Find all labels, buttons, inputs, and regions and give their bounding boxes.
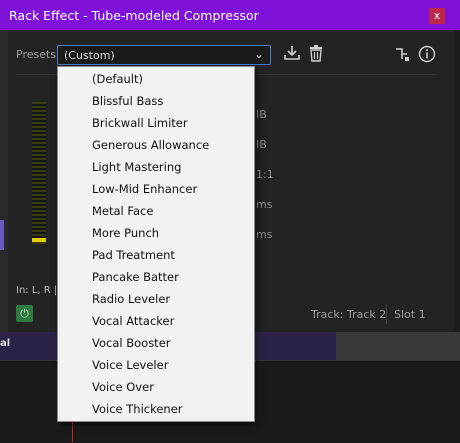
preset-option[interactable]: Voice Thickener bbox=[92, 398, 252, 420]
close-button[interactable]: x bbox=[429, 8, 445, 24]
level-meter-fill bbox=[32, 238, 46, 242]
presets-dropdown-list[interactable]: (Default) Blissful Bass Brickwall Limite… bbox=[57, 66, 255, 422]
presets-selected-value: (Custom) bbox=[64, 49, 115, 62]
power-toggle-button[interactable]: ⏻ bbox=[16, 305, 33, 322]
side-tab-marker bbox=[0, 220, 4, 250]
preset-option[interactable]: Vocal Attacker bbox=[92, 310, 252, 332]
param-unit-5: ms bbox=[256, 228, 273, 241]
download-icon[interactable] bbox=[283, 45, 301, 64]
level-meter bbox=[32, 102, 46, 244]
preset-option[interactable]: Metal Face bbox=[92, 200, 252, 222]
info-icon[interactable] bbox=[418, 45, 436, 66]
preset-option[interactable]: More Punch bbox=[92, 222, 252, 244]
preset-option[interactable]: Pad Treatment bbox=[92, 244, 252, 266]
preset-option[interactable]: Brickwall Limiter bbox=[92, 112, 252, 134]
background-track-label: al bbox=[0, 338, 11, 349]
preset-option[interactable]: Low-Mid Enhancer bbox=[92, 178, 252, 200]
preset-option[interactable]: Vocal Booster bbox=[92, 332, 252, 354]
track-label: Track: Track 2 bbox=[311, 308, 387, 321]
param-unit-2: IB bbox=[256, 138, 267, 151]
preset-option[interactable]: (Default) bbox=[92, 68, 252, 90]
input-channels-label: In: L, R | bbox=[16, 285, 58, 296]
preset-option[interactable]: Radio Leveler bbox=[92, 288, 252, 310]
param-unit-3: 1:1 bbox=[256, 168, 274, 181]
window-title: Rack Effect - Tube-modeled Compressor bbox=[9, 8, 259, 23]
presets-label: Presets: bbox=[16, 48, 60, 61]
preset-option[interactable]: Voice Leveler bbox=[92, 354, 252, 376]
preset-option[interactable]: Blissful Bass bbox=[92, 90, 252, 112]
window-titlebar[interactable]: Rack Effect - Tube-modeled Compressor x bbox=[0, 0, 460, 30]
slot-label: Slot 1 bbox=[394, 308, 426, 321]
param-unit-4: ms bbox=[256, 198, 273, 211]
preset-option[interactable]: Voice Over bbox=[92, 376, 252, 398]
param-unit-1: IB bbox=[256, 108, 267, 121]
background-panel-left bbox=[0, 30, 8, 360]
footer-divider bbox=[386, 304, 387, 324]
chevron-down-icon: ⌄ bbox=[253, 47, 264, 61]
preset-option[interactable]: Generous Allowance bbox=[92, 134, 252, 156]
preset-option[interactable]: Light Mastering bbox=[92, 156, 252, 178]
presets-dropdown[interactable]: (Custom) ⌄ bbox=[57, 45, 271, 65]
routing-icon[interactable] bbox=[394, 46, 410, 65]
trash-icon[interactable] bbox=[308, 45, 324, 65]
preset-option[interactable]: Pancake Batter bbox=[92, 266, 252, 288]
background-panel-right bbox=[336, 332, 460, 360]
